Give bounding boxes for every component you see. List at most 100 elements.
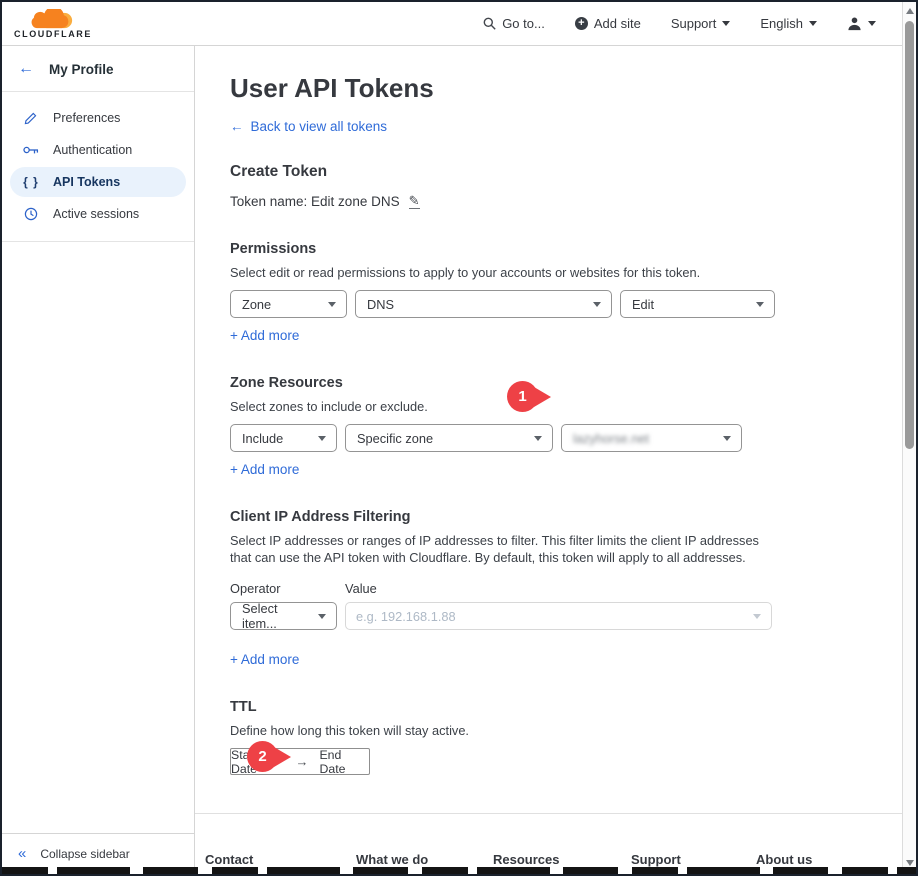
permissions-heading: Permissions	[230, 241, 916, 257]
my-profile-label: My Profile	[49, 62, 114, 77]
sidebar-item-authentication[interactable]: Authentication	[10, 135, 186, 165]
select-value-redacted: lazyhorse.net	[573, 431, 649, 446]
clock-icon	[22, 207, 40, 221]
zone-resources-heading: Zone Resources	[230, 375, 916, 391]
app-body: ← My Profile Preferences	[2, 46, 916, 874]
scrollbar-up-arrow-icon[interactable]	[906, 8, 914, 14]
user-menu[interactable]	[847, 16, 876, 31]
operator-select[interactable]: Select item...	[230, 602, 337, 630]
chevron-down-icon	[534, 436, 542, 441]
edit-token-name-icon[interactable]: ✎	[409, 194, 420, 209]
page-title: User API Tokens	[230, 73, 916, 104]
goto-search[interactable]: Go to...	[483, 16, 545, 31]
chevron-down-icon	[318, 614, 326, 619]
annotation-step-2-marker: 2	[247, 741, 278, 772]
select-value: Include	[242, 431, 283, 446]
ttl-description: Define how long this token will stay act…	[230, 722, 778, 739]
back-to-tokens-link[interactable]: ← Back to view all tokens	[230, 119, 387, 134]
support-label: Support	[671, 16, 717, 31]
double-chevron-left-icon: «	[18, 847, 26, 861]
zone-resources-description: Select zones to include or exclude.	[230, 398, 778, 415]
permissions-select-row: Zone DNS Edit	[230, 290, 916, 318]
ip-filtering-description: Select IP addresses or ranges of IP addr…	[230, 532, 778, 566]
token-name-row: Token name: Edit zone DNS ✎	[230, 194, 916, 209]
select-value: Edit	[632, 297, 654, 312]
chevron-down-icon	[593, 302, 601, 307]
vertical-scrollbar[interactable]	[902, 2, 916, 874]
permissions-description: Select edit or read permissions to apply…	[230, 264, 778, 281]
pencil-icon	[22, 111, 40, 125]
zone-scope-select[interactable]: Specific zone	[345, 424, 553, 452]
zone-resources-select-row: Include Specific zone lazyhorse.net	[230, 424, 916, 452]
sidebar-item-label: Active sessions	[53, 207, 139, 221]
browser-viewport: CLOUDFLARE Go to... + Add site Support E…	[0, 0, 918, 876]
sidebar: ← My Profile Preferences	[2, 46, 195, 874]
plus-circle-icon: +	[575, 17, 588, 30]
ip-filtering-heading: Client IP Address Filtering	[230, 509, 916, 525]
permission-level-select[interactable]: Edit	[620, 290, 775, 318]
sidebar-item-active-sessions[interactable]: Active sessions	[10, 199, 186, 229]
topbar: CLOUDFLARE Go to... + Add site Support E…	[2, 2, 916, 46]
main-content: User API Tokens ← Back to view all token…	[195, 46, 916, 874]
permissions-add-more-link[interactable]: + Add more	[230, 328, 299, 343]
annotation-number: 2	[258, 748, 266, 765]
ip-filtering-select-row: Select item...	[230, 602, 916, 630]
key-icon	[22, 145, 40, 156]
sidebar-item-label: Preferences	[53, 111, 120, 125]
select-value: Specific zone	[357, 431, 433, 446]
braces-icon: { }	[22, 175, 40, 189]
select-value: Select item...	[242, 601, 308, 631]
sidebar-item-label: Authentication	[53, 143, 132, 157]
sidebar-nav: Preferences Authentication { }	[2, 92, 194, 242]
ip-value-field[interactable]	[345, 602, 772, 630]
ip-filtering-add-more-link[interactable]: + Add more	[230, 652, 299, 667]
value-label: Value	[345, 581, 377, 596]
create-token-heading: Create Token	[230, 163, 916, 181]
operator-label: Operator	[230, 581, 345, 596]
topnav: Go to... + Add site Support English	[483, 16, 876, 31]
support-menu[interactable]: Support	[671, 16, 731, 31]
zone-include-select[interactable]: Include	[230, 424, 337, 452]
end-date-label: End Date	[319, 748, 369, 776]
select-value: DNS	[367, 297, 394, 312]
sidebar-item-preferences[interactable]: Preferences	[10, 103, 186, 133]
cutoff-text-row	[2, 867, 916, 874]
chevron-down-icon	[756, 302, 764, 307]
scrollbar-thumb[interactable]	[905, 21, 914, 449]
goto-label: Go to...	[502, 16, 545, 31]
search-icon	[483, 17, 496, 30]
select-value: Zone	[242, 297, 271, 312]
sidebar-item-label: API Tokens	[53, 175, 120, 189]
chevron-down-icon	[722, 21, 730, 26]
language-menu[interactable]: English	[760, 16, 817, 31]
ttl-heading: TTL	[230, 699, 916, 715]
back-link-label: Back to view all tokens	[251, 119, 388, 134]
collapse-sidebar-label: Collapse sidebar	[40, 847, 129, 861]
sidebar-back-my-profile[interactable]: ← My Profile	[2, 46, 194, 92]
ip-value-input[interactable]	[356, 609, 743, 624]
user-icon	[847, 16, 862, 31]
permission-scope-select[interactable]: Zone	[230, 290, 347, 318]
sidebar-item-api-tokens[interactable]: { } API Tokens	[10, 167, 186, 197]
back-arrow-icon: ←	[18, 61, 34, 77]
cloudflare-logo[interactable]: CLOUDFLARE	[14, 9, 92, 39]
language-label: English	[760, 16, 803, 31]
chevron-down-icon	[723, 436, 731, 441]
add-site-label: Add site	[594, 16, 641, 31]
back-arrow-icon: ←	[230, 119, 244, 134]
permission-group-select[interactable]: DNS	[355, 290, 612, 318]
brand-text: CLOUDFLARE	[14, 29, 92, 39]
chevron-down-icon	[318, 436, 326, 441]
token-name-text: Token name: Edit zone DNS	[230, 194, 400, 209]
chevron-down-icon	[328, 302, 336, 307]
scrollbar-down-arrow-icon[interactable]	[906, 860, 914, 866]
chevron-down-icon	[809, 21, 817, 26]
ip-filtering-field-labels: Operator Value	[230, 581, 916, 596]
annotation-step-1-marker: 1	[507, 381, 538, 412]
chevron-down-icon	[868, 21, 876, 26]
add-site-button[interactable]: + Add site	[575, 16, 641, 31]
chevron-down-icon	[753, 614, 761, 619]
zone-resources-add-more-link[interactable]: + Add more	[230, 462, 299, 477]
zone-name-select[interactable]: lazyhorse.net	[561, 424, 742, 452]
cloudflare-cloud-icon	[22, 9, 84, 30]
